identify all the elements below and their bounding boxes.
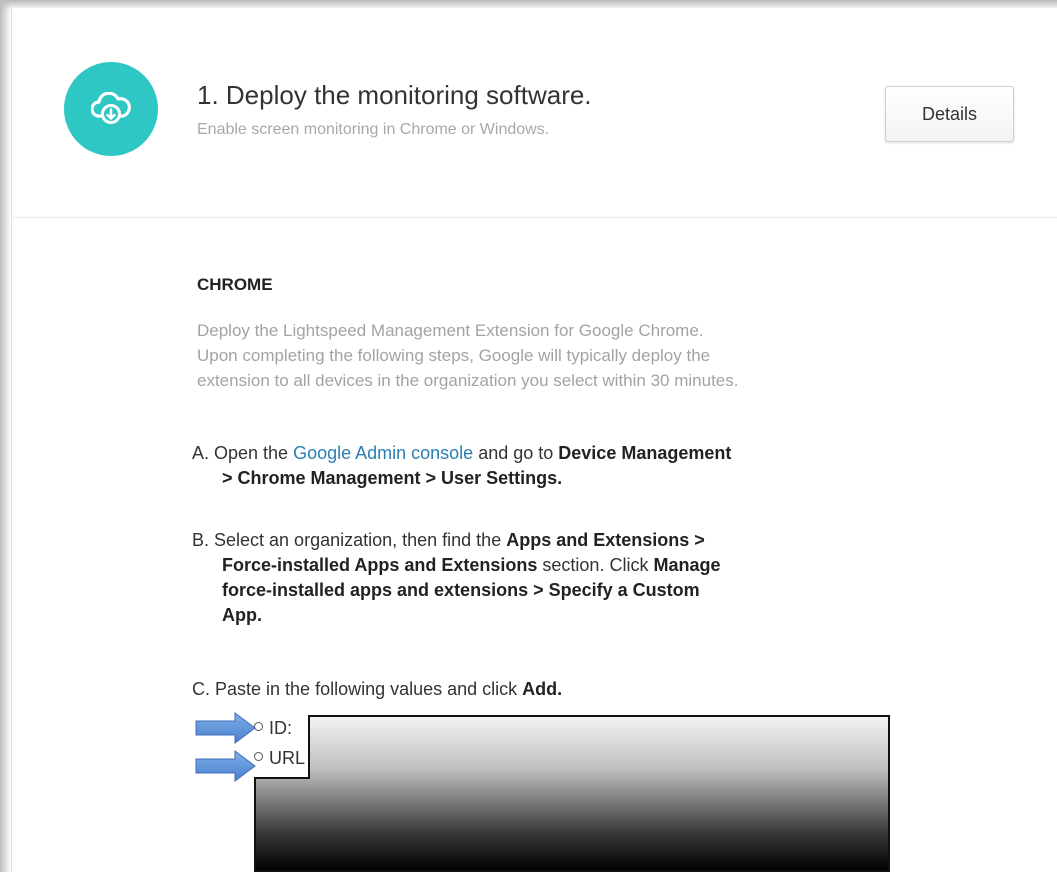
details-button[interactable]: Details: [885, 86, 1014, 142]
step-b-prefix: B. Select an organization, then find the: [192, 530, 507, 550]
chrome-intro: Deploy the Lightspeed Management Extensi…: [197, 318, 957, 393]
step-b-bold-3: Manage: [653, 555, 721, 575]
step-b-bold-5: App.: [222, 605, 262, 625]
step-b: B. Select an organization, then find the…: [192, 528, 952, 628]
intro-line: Deploy the Lightspeed Management Extensi…: [197, 321, 704, 340]
chrome-heading: CHROME: [197, 275, 273, 294]
step-b-bold-2: Force-installed Apps and Extensions: [222, 555, 538, 575]
cloud-download-icon: [64, 62, 158, 156]
step-a-mid: and go to: [473, 443, 559, 463]
step-a-prefix: A. Open the: [192, 443, 294, 463]
google-admin-console-link[interactable]: Google Admin console: [293, 443, 473, 463]
step-c-prefix: C. Paste in the following values and cli…: [192, 679, 523, 699]
step-a-bold-1: Device Management: [558, 443, 732, 463]
header-divider: [12, 217, 1057, 218]
annotation-arrow-icon: [195, 750, 256, 782]
step-a: A. Open the Google Admin console and go …: [192, 441, 952, 491]
step-title: 1. Deploy the monitoring software.: [197, 80, 592, 110]
step-c: C. Paste in the following values and cli…: [192, 677, 952, 702]
step-subtitle: Enable screen monitoring in Chrome or Wi…: [197, 121, 550, 138]
cloud-download-glyph: [91, 92, 131, 124]
step-a-bold-2: > Chrome Management > User Settings.: [222, 468, 563, 488]
step-b-bold-1: Apps and Extensions >: [506, 530, 705, 550]
intro-line: Upon completing the following steps, Goo…: [197, 346, 711, 365]
annotation-arrow-icon: [195, 712, 256, 744]
step-c-bold: Add.: [522, 679, 563, 699]
redaction-box: [254, 715, 890, 872]
step-b-bold-4: force-installed apps and extensions > Sp…: [222, 580, 700, 600]
intro-line: extension to all devices in the organiza…: [197, 371, 739, 390]
shadow-left: [0, 0, 11, 872]
step-b-mid: section. Click: [537, 555, 654, 575]
screenshot-frame: 1. Deploy the monitoring software. Enabl…: [0, 0, 1057, 872]
